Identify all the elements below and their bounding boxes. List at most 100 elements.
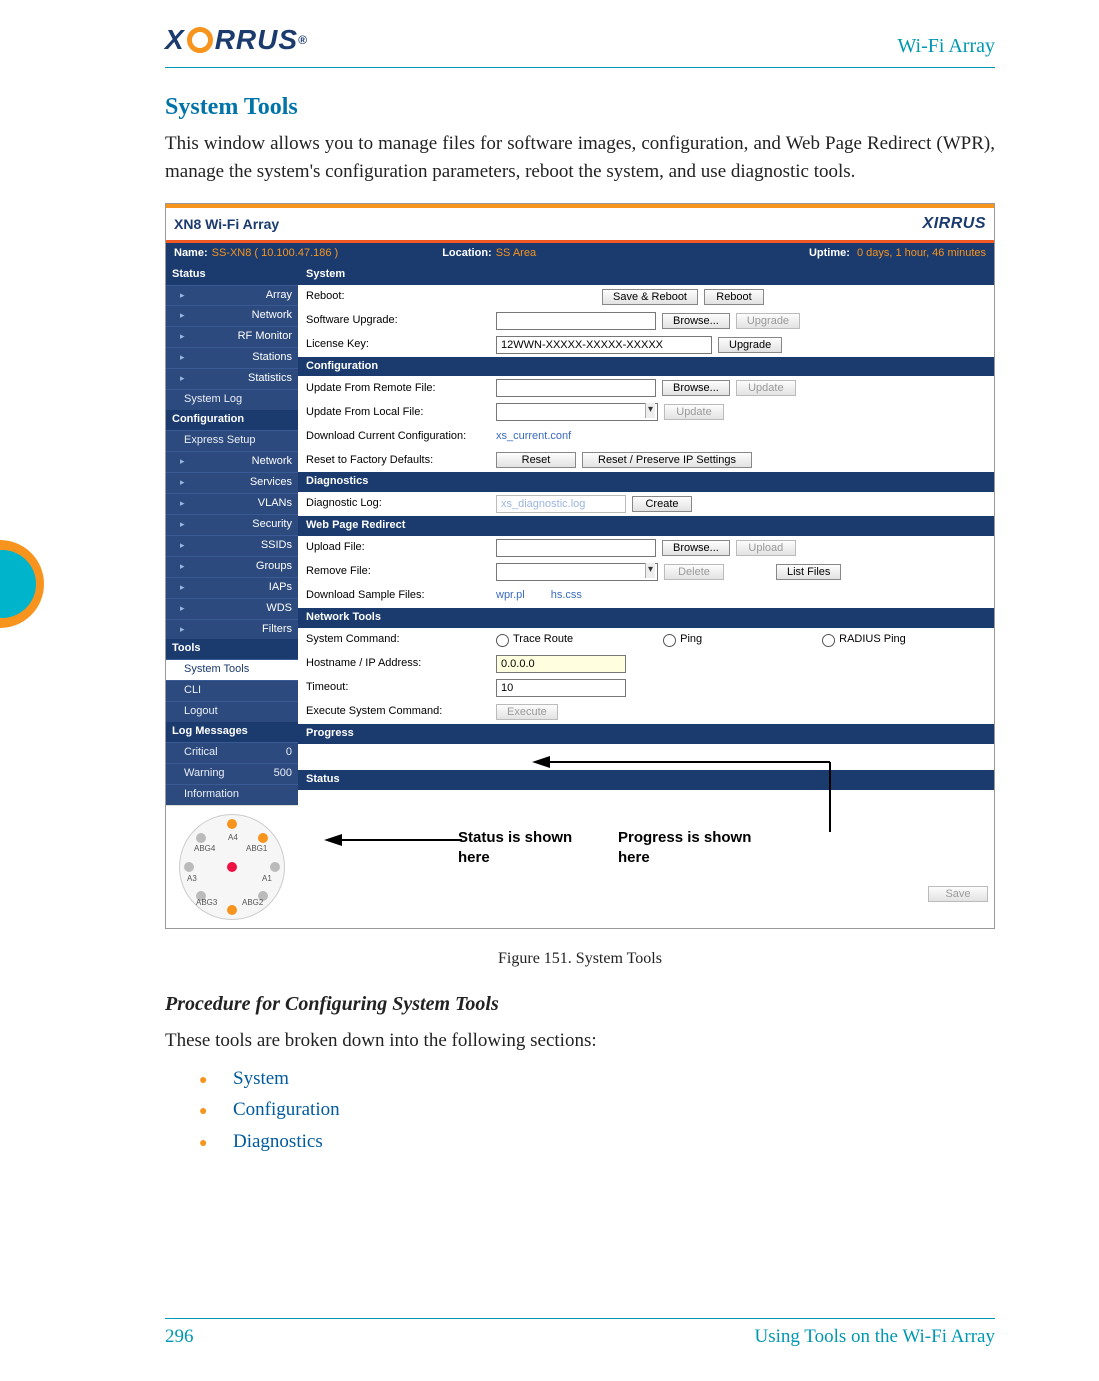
bullet-diagnostics: Diagnostics [199, 1128, 995, 1156]
nav-item-log-warning[interactable]: Warning500 [166, 763, 298, 784]
nav-item-groups[interactable]: Groups [166, 556, 298, 577]
software-browse-button[interactable]: Browse... [662, 313, 730, 329]
software-upgrade-input[interactable] [496, 312, 656, 330]
section-configuration: Configuration [298, 357, 994, 377]
section-network-tools: Network Tools [298, 608, 994, 628]
subheading: Procedure for Configuring System Tools [165, 990, 995, 1019]
location-value: SS Area [496, 246, 536, 262]
nav-item-express-setup[interactable]: Express Setup [166, 430, 298, 451]
nav-item-system-log[interactable]: System Log [166, 389, 298, 410]
nav-header-status: Status [166, 265, 298, 285]
nav-item-log-information[interactable]: Information [166, 784, 298, 805]
nav-item-log-critical[interactable]: Critical0 [166, 742, 298, 763]
page-footer: 296 Using Tools on the Wi-Fi Array [165, 1318, 995, 1351]
diagnostic-log-field [496, 495, 626, 513]
reboot-label: Reboot: [306, 289, 496, 305]
page-side-tab [0, 540, 44, 628]
nav-header-tools: Tools [166, 639, 298, 659]
software-upgrade-button[interactable]: Upgrade [736, 313, 800, 329]
list-files-button[interactable]: List Files [776, 564, 841, 580]
system-tools-screenshot: XN8 Wi-Fi Array XIRRUS Name: SS-XN8 ( 10… [165, 203, 995, 929]
logo-ring-icon [187, 27, 213, 53]
sample-hs-link[interactable]: hs.css [551, 588, 582, 604]
update-remote-browse-button[interactable]: Browse... [662, 380, 730, 396]
create-log-button[interactable]: Create [632, 496, 692, 512]
nav-item-rf-monitor[interactable]: RF Monitor [166, 326, 298, 347]
sample-wpr-link[interactable]: wpr.pl [496, 588, 525, 604]
hostname-label: Hostname / IP Address: [306, 656, 496, 672]
update-remote-button[interactable]: Update [736, 380, 796, 396]
nav-item-array[interactable]: Array [166, 285, 298, 306]
nav-item-filters[interactable]: Filters [166, 619, 298, 640]
nav-header-configuration: Configuration [166, 410, 298, 430]
download-config-link[interactable]: xs_current.conf [496, 429, 571, 445]
brand-logo: XIRRUS [923, 212, 986, 235]
save-reboot-button[interactable]: Save & Reboot [602, 289, 698, 305]
upload-file-input[interactable] [496, 539, 656, 557]
doc-title: Wi-Fi Array [897, 32, 995, 61]
nav-item-logout[interactable]: Logout [166, 701, 298, 722]
page-header: X RRUS ® Wi-Fi Array [165, 20, 995, 68]
remove-file-select[interactable] [496, 563, 658, 581]
section-progress: Progress [298, 724, 994, 744]
section-status: Status [298, 770, 994, 790]
execute-command-label: Execute System Command: [306, 704, 496, 720]
nav-item-iaps[interactable]: IAPs [166, 577, 298, 598]
nav-item-vlans[interactable]: VLANs [166, 493, 298, 514]
update-local-select[interactable] [496, 403, 658, 421]
radio-trace-route[interactable]: Trace Route [496, 632, 573, 648]
intro-paragraph: This window allows you to manage files f… [165, 130, 995, 185]
name-label: Name: [174, 246, 208, 262]
nav-item-statistics[interactable]: Statistics [166, 368, 298, 389]
update-remote-input[interactable] [496, 379, 656, 397]
section-diagnostics: Diagnostics [298, 472, 994, 492]
update-remote-label: Update From Remote File: [306, 381, 496, 397]
remove-file-label: Remove File: [306, 564, 496, 580]
section-web-page-redirect: Web Page Redirect [298, 516, 994, 536]
section-title: System Tools [165, 90, 995, 125]
update-local-button[interactable]: Update [664, 404, 724, 420]
nav-header-log-messages: Log Messages [166, 722, 298, 742]
info-bar: Name: SS-XN8 ( 10.100.47.186 ) Location:… [166, 243, 994, 265]
section-system: System [298, 265, 994, 285]
uptime-value: 0 days, 1 hour, 46 minutes [857, 247, 986, 259]
subheading-text: These tools are broken down into the fol… [165, 1027, 995, 1055]
reboot-button[interactable]: Reboot [704, 289, 764, 305]
radio-radius-ping[interactable]: RADIUS Ping [822, 632, 906, 648]
delete-button[interactable]: Delete [664, 564, 724, 580]
logo-text-2: RRUS [215, 20, 298, 61]
nav-item-wds[interactable]: WDS [166, 598, 298, 619]
nav-item-system-tools[interactable]: System Tools [166, 659, 298, 680]
upload-button[interactable]: Upload [736, 540, 796, 556]
xirrus-logo: X RRUS ® [165, 20, 308, 61]
reset-button[interactable]: Reset [496, 452, 576, 468]
nav-item-stations[interactable]: Stations [166, 347, 298, 368]
logo-text-1: X [165, 20, 185, 61]
reset-defaults-label: Reset to Factory Defaults: [306, 453, 496, 469]
nav-item-security[interactable]: Security [166, 514, 298, 535]
name-value: SS-XN8 ( 10.100.47.186 ) [212, 246, 339, 262]
license-upgrade-button[interactable]: Upgrade [718, 337, 782, 353]
save-button[interactable]: Save [928, 886, 988, 902]
bullet-configuration: Configuration [199, 1096, 995, 1124]
nav-item-cli[interactable]: CLI [166, 680, 298, 701]
timeout-input[interactable] [496, 679, 626, 697]
nav-item-services[interactable]: Services [166, 472, 298, 493]
upload-browse-button[interactable]: Browse... [662, 540, 730, 556]
nav-item-cfg-network[interactable]: Network [166, 451, 298, 472]
system-command-label: System Command: [306, 632, 496, 648]
update-local-label: Update From Local File: [306, 405, 496, 421]
window-title: XN8 Wi-Fi Array [174, 214, 279, 234]
location-label: Location: [442, 246, 492, 262]
execute-button[interactable]: Execute [496, 704, 558, 720]
nav-item-network[interactable]: Network [166, 305, 298, 326]
radio-ping[interactable]: Ping [663, 632, 702, 648]
nav-item-ssids[interactable]: SSIDs [166, 535, 298, 556]
reset-preserve-button[interactable]: Reset / Preserve IP Settings [582, 452, 752, 468]
bullet-system: System [199, 1065, 995, 1093]
hostname-input[interactable] [496, 655, 626, 673]
figure-caption: Figure 151. System Tools [165, 947, 995, 970]
license-key-input[interactable] [496, 336, 712, 354]
left-nav: Status Array Network RF Monitor Stations… [166, 265, 298, 928]
license-key-label: License Key: [306, 337, 496, 353]
